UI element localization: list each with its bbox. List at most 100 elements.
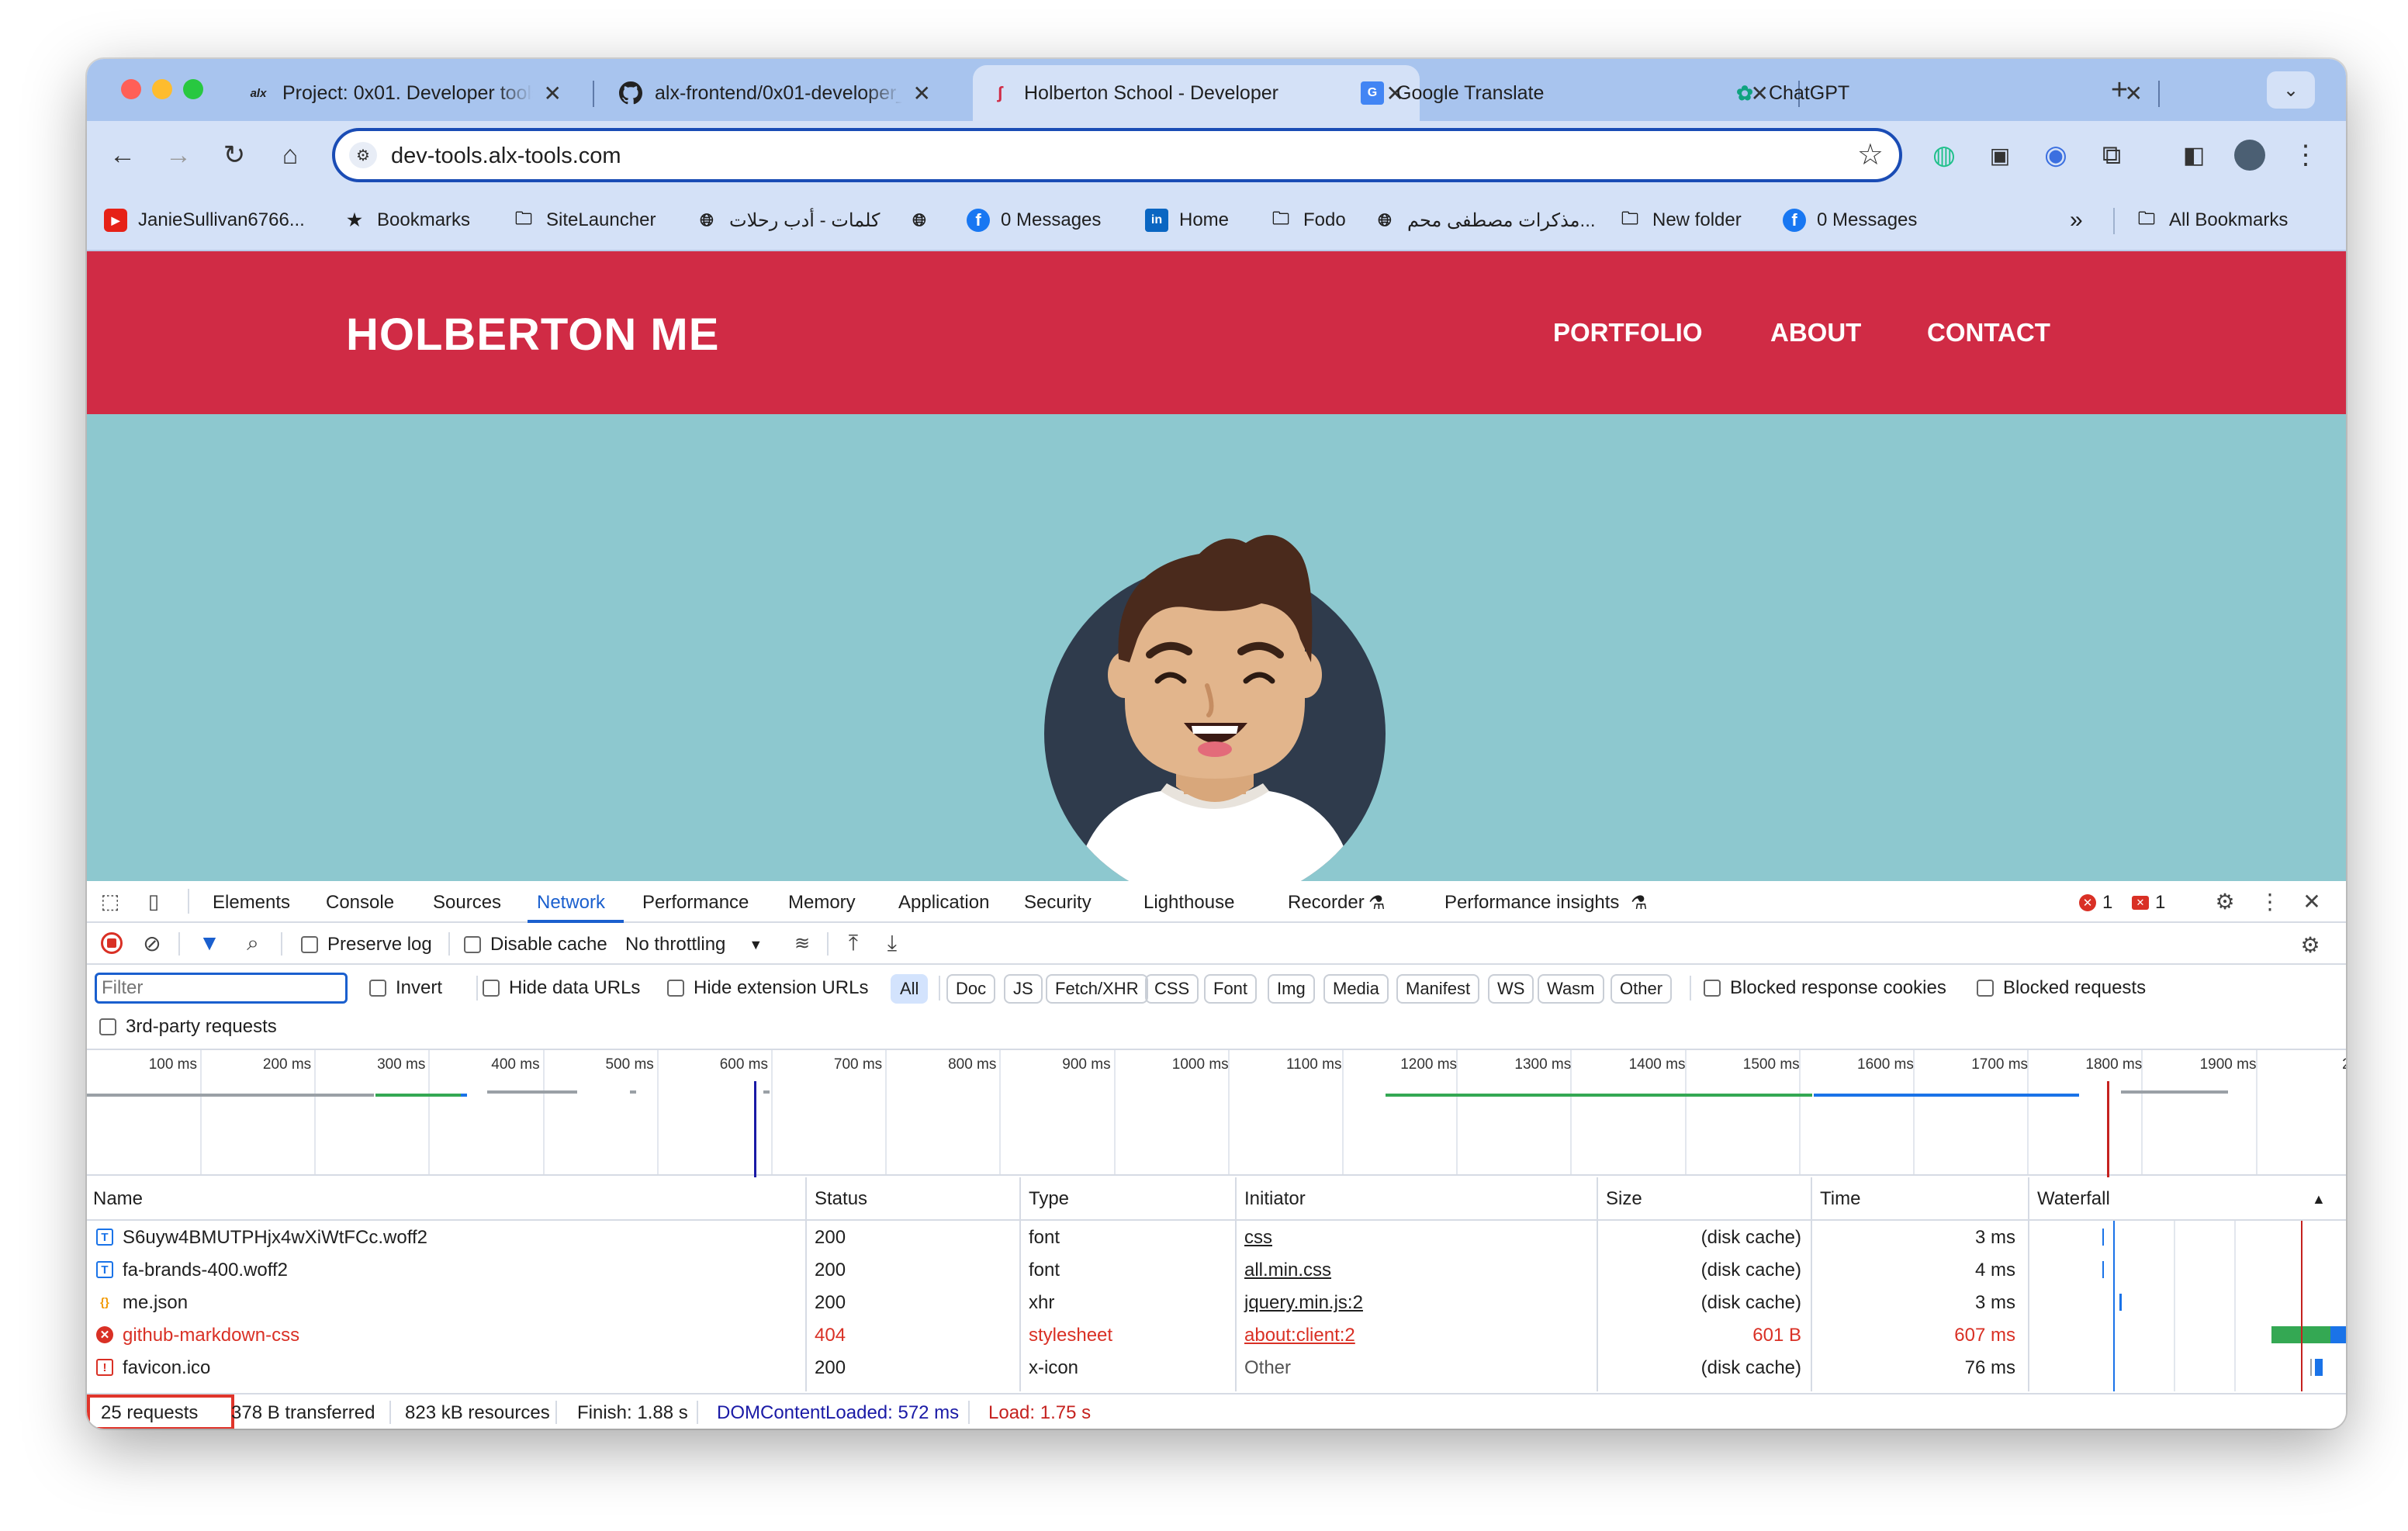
hide-extension-urls-checkbox[interactable]: Hide extension URLs — [667, 977, 868, 999]
close-devtools-icon[interactable]: ✕ — [2296, 886, 2327, 917]
preserve-log-checkbox[interactable]: Preserve log — [301, 934, 432, 956]
table-row[interactable]: ✕ github-markdown-css 404 stylesheet about:c… — [87, 1318, 2346, 1351]
clear-icon[interactable]: ⊘ — [138, 929, 166, 957]
settings-gear-icon[interactable]: ⚙ — [2209, 886, 2240, 917]
bookmark-folder[interactable]: 🗀 SiteLauncher — [512, 205, 656, 236]
bookmark-item[interactable]: f0 Messages — [1783, 205, 1917, 236]
bookmark-item[interactable]: ▶ JanieSullivan6766... — [104, 205, 305, 236]
throttling-select[interactable]: No throttling ▼ — [625, 934, 763, 956]
nav-portfolio[interactable]: PORTFOLIO — [1553, 318, 1703, 347]
nav-contact[interactable]: CONTACT — [1927, 318, 2050, 347]
export-har-icon[interactable]: ⤓ — [878, 929, 906, 957]
tab-performance[interactable]: Performance — [642, 892, 749, 914]
extensions-puzzle-icon[interactable]: ⧉ — [2091, 135, 2132, 175]
filter-icon[interactable]: ▼ — [195, 929, 223, 957]
bookmark-star-icon[interactable]: ☆ — [1857, 137, 1884, 172]
extension-icon[interactable]: ◉ — [2036, 135, 2076, 175]
table-row[interactable]: Tfa-brands-400.woff2 200 font all.min.css (d… — [87, 1253, 2346, 1286]
tab-sources[interactable]: Sources — [433, 892, 501, 914]
back-icon[interactable]: ← — [102, 135, 143, 175]
network-conditions-icon[interactable]: ≋ — [788, 929, 816, 957]
column-time[interactable]: Time — [1820, 1188, 1860, 1210]
column-name[interactable]: Name — [93, 1188, 143, 1210]
tab-lighthouse[interactable]: Lighthouse — [1143, 892, 1234, 914]
column-initiator[interactable]: Initiator — [1244, 1188, 1306, 1210]
filter-input[interactable] — [95, 973, 348, 1004]
chip-fetch-xhr[interactable]: Fetch/XHR — [1046, 974, 1148, 1004]
chip-css[interactable]: CSS — [1145, 974, 1199, 1004]
maximize-window-button[interactable] — [183, 79, 203, 99]
bookmark-item[interactable]: 🌐︎ — [908, 205, 942, 236]
picture-in-picture-icon[interactable]: ▣ — [1980, 135, 2020, 175]
reload-icon[interactable]: ↻ — [214, 135, 254, 175]
chip-doc[interactable]: Doc — [946, 974, 996, 1004]
chip-media[interactable]: Media — [1323, 974, 1389, 1004]
bookmark-item[interactable]: 🌐︎ مذكرات مصطفى محم... — [1373, 205, 1595, 236]
tab-security[interactable]: Security — [1024, 892, 1092, 914]
table-row[interactable]: ! favicon.ico 200 x-icon Other (disk cache) 76… — [87, 1351, 2346, 1384]
tab-network[interactable]: Network — [537, 892, 605, 914]
side-panel-icon[interactable]: ◧ — [2174, 135, 2214, 175]
tab-chatgpt[interactable]: ✿ ChatGPT ✕ — [1718, 65, 2158, 121]
bookmark-item[interactable]: ★ Bookmarks — [343, 205, 470, 236]
close-icon[interactable]: ✕ — [913, 81, 931, 106]
tab-performance-insights[interactable]: Performance insights — [1444, 892, 1619, 914]
issues-counter[interactable]: ✕ 1 — [2132, 892, 2165, 914]
column-type[interactable]: Type — [1029, 1188, 1069, 1210]
network-settings-icon[interactable]: ⚙ — [2295, 929, 2326, 960]
tab-github[interactable]: alx-frontend/0x01-developer_ ✕ — [604, 65, 946, 121]
blocked-response-cookies-checkbox[interactable]: Blocked response cookies — [1704, 977, 1946, 999]
more-options-icon[interactable]: ⋮ — [2254, 886, 2285, 917]
site-title[interactable]: HOLBERTON ME — [346, 309, 719, 361]
chip-manifest[interactable]: Manifest — [1396, 974, 1480, 1004]
grammarly-icon[interactable]: ◍ — [1924, 135, 1964, 175]
table-row[interactable]: {} me.json 200 xhr jquery.min.js:2 (disk cach… — [87, 1286, 2346, 1318]
chip-other[interactable]: Other — [1611, 974, 1673, 1004]
home-icon[interactable]: ⌂ — [270, 135, 310, 175]
bookmark-folder[interactable]: 🗀 Fodo — [1269, 205, 1346, 236]
record-icon[interactable] — [98, 929, 126, 957]
cell-initiator[interactable]: all.min.css — [1244, 1260, 1331, 1281]
address-bar[interactable]: ⚙ dev-tools.alx-tools.com ☆ — [332, 128, 1902, 182]
cell-initiator[interactable]: css — [1244, 1227, 1272, 1249]
column-size[interactable]: Size — [1606, 1188, 1642, 1210]
inspect-element-icon[interactable]: ⬚ — [95, 886, 126, 917]
chip-font[interactable]: Font — [1204, 974, 1258, 1004]
all-bookmarks-folder[interactable]: 🗀 All Bookmarks — [2135, 205, 2288, 236]
site-info-icon[interactable]: ⚙ — [349, 142, 377, 168]
more-bookmarks-icon[interactable]: » — [2070, 205, 2083, 236]
forward-icon[interactable]: → — [158, 135, 199, 175]
tab-console[interactable]: Console — [326, 892, 394, 914]
tab-application[interactable]: Application — [898, 892, 989, 914]
chip-js[interactable]: JS — [1004, 974, 1043, 1004]
minimize-window-button[interactable] — [152, 79, 172, 99]
close-window-button[interactable] — [121, 79, 141, 99]
bookmark-item[interactable]: in Home — [1145, 205, 1229, 236]
close-icon[interactable]: ✕ — [544, 81, 562, 106]
column-status[interactable]: Status — [815, 1188, 867, 1210]
device-toolbar-icon[interactable]: ▯ — [138, 886, 169, 917]
chip-ws[interactable]: WS — [1488, 974, 1534, 1004]
hide-data-urls-checkbox[interactable]: Hide data URLs — [483, 977, 640, 999]
tab-memory[interactable]: Memory — [788, 892, 856, 914]
network-overview[interactable]: 100 ms 200 ms 300 ms 400 ms 500 ms 600 ms 700 … — [87, 1049, 2346, 1177]
third-party-requests-checkbox[interactable]: 3rd-party requests — [99, 1016, 277, 1038]
sort-ascending-icon[interactable]: ▲ — [2312, 1191, 2326, 1208]
column-waterfall[interactable]: Waterfall — [2037, 1188, 2110, 1210]
menu-icon[interactable]: ⋮ — [2285, 135, 2326, 175]
new-tab-icon[interactable]: + — [2099, 70, 2140, 110]
blocked-requests-checkbox[interactable]: Blocked requests — [1977, 977, 2146, 999]
invert-checkbox[interactable]: Invert — [369, 977, 442, 999]
table-row[interactable]: T S6uyw4BMUTPHjx4wXiWtFCc.woff2 200 font css… — [87, 1221, 2346, 1253]
errors-counter[interactable]: ✕ 1 — [2079, 892, 2112, 914]
bookmark-item[interactable]: f0 Messages — [967, 205, 1101, 236]
chip-img[interactable]: Img — [1268, 974, 1315, 1004]
tab-search-icon[interactable]: ⌄ — [2267, 71, 2315, 109]
disable-cache-checkbox[interactable]: Disable cache — [464, 934, 607, 956]
tab-elements[interactable]: Elements — [213, 892, 290, 914]
chip-all[interactable]: All — [891, 974, 929, 1004]
chip-wasm[interactable]: Wasm — [1538, 974, 1604, 1004]
tab-alx-project[interactable]: alx Project: 0x01. Developer tools ✕ — [231, 65, 577, 121]
import-har-icon[interactable]: ⤒ — [839, 929, 867, 957]
tab-recorder[interactable]: Recorder — [1288, 892, 1365, 914]
